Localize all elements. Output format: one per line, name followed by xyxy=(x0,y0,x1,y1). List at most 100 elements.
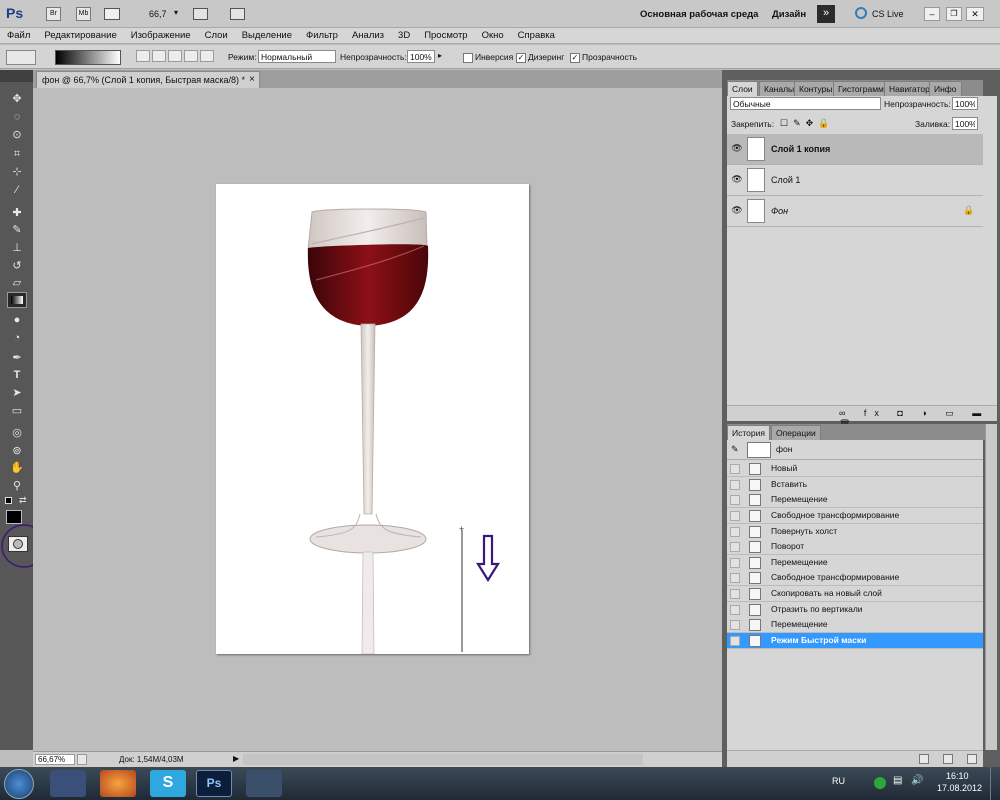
firefox-icon[interactable] xyxy=(100,770,136,797)
skype-icon[interactable]: S xyxy=(150,770,186,797)
history-item[interactable]: Вставить xyxy=(727,477,983,493)
chevron-right-icon[interactable]: ▸ xyxy=(438,51,442,60)
document-tab[interactable]: фон @ 66,7% (Слой 1 копия, Быстрая маска… xyxy=(36,71,260,88)
gradient-tool-button[interactable] xyxy=(7,292,27,308)
history-item[interactable]: Отразить по вертикали xyxy=(727,602,983,618)
document-canvas[interactable]: + xyxy=(216,184,529,654)
layer-row[interactable]: 👁 Слой 1 xyxy=(727,165,983,196)
cs-live-label[interactable]: CS Live xyxy=(872,9,904,19)
history-item[interactable]: Перемещение xyxy=(727,492,983,508)
layer-opacity-input[interactable] xyxy=(952,97,978,110)
opacity-input[interactable] xyxy=(407,50,435,63)
move-icon[interactable]: ✥ xyxy=(8,91,26,107)
clock-date[interactable]: 17.08.2012 xyxy=(937,783,982,793)
eraser-icon[interactable]: ▱ xyxy=(8,275,26,291)
workspace-design[interactable]: Дизайн xyxy=(772,9,806,20)
3d-orbit-icon[interactable]: ⊚ xyxy=(8,443,26,459)
status-menu-arrow[interactable]: ▶ xyxy=(233,754,239,763)
view-extras-icon[interactable] xyxy=(104,8,120,20)
inversion-checkbox[interactable]: Инверсия xyxy=(463,52,513,63)
history-item[interactable]: Поворот xyxy=(727,539,983,555)
3d-rotate-icon[interactable]: ◎ xyxy=(8,425,26,441)
menu-layer[interactable]: Слои xyxy=(198,30,235,41)
visibility-eye-icon[interactable]: 👁 xyxy=(731,174,743,184)
workspace-essentials[interactable]: Основная рабочая среда xyxy=(640,9,758,20)
tab-paths[interactable]: Контуры xyxy=(794,81,838,96)
menu-edit[interactable]: Редактирование xyxy=(37,30,123,41)
type-icon[interactable]: T xyxy=(8,367,26,383)
tab-navigator[interactable]: Навигатор xyxy=(884,81,935,96)
cs-live-icon[interactable] xyxy=(855,7,867,19)
tab-actions[interactable]: Операции xyxy=(771,425,821,440)
screen-mode-icon[interactable] xyxy=(230,8,245,20)
lock-icons[interactable]: ☐✎✥🔒 xyxy=(780,118,834,129)
blur-icon[interactable]: ● xyxy=(8,312,26,328)
volume-icon[interactable]: 🔊 xyxy=(911,775,923,786)
fill-input[interactable] xyxy=(952,117,978,130)
more-workspaces-icon[interactable]: » xyxy=(817,5,835,23)
photoshop-taskbar-icon[interactable]: Ps xyxy=(196,770,232,797)
language-indicator[interactable]: RU xyxy=(832,776,845,786)
menu-select[interactable]: Выделение xyxy=(235,30,299,41)
close-window-button[interactable]: ✕ xyxy=(966,7,984,21)
history-item[interactable]: Перемещение xyxy=(727,555,983,571)
status-zoom[interactable]: 66,67% xyxy=(35,754,75,765)
status-zoom-icon[interactable] xyxy=(77,754,87,765)
blend-mode-select[interactable] xyxy=(730,97,881,110)
tab-info[interactable]: Инфо xyxy=(929,81,962,96)
visibility-eye-icon[interactable]: 👁 xyxy=(731,143,743,153)
history-snapshot[interactable]: ✎ фон xyxy=(727,440,983,460)
default-colors-icon[interactable] xyxy=(5,497,12,504)
history-item[interactable]: Свободное трансформирование xyxy=(727,570,983,586)
gradient-picker[interactable] xyxy=(55,50,121,65)
history-brush-icon[interactable]: ↺ xyxy=(8,258,26,274)
clock-time[interactable]: 16:10 xyxy=(946,771,969,781)
save-app-icon[interactable] xyxy=(50,770,86,797)
layer-row[interactable]: 👁 Фон 🔒 xyxy=(727,196,983,227)
lasso-icon[interactable]: ◌ xyxy=(8,109,26,125)
visibility-eye-icon[interactable]: 👁 xyxy=(731,205,743,215)
tab-history[interactable]: История xyxy=(727,425,770,440)
path-select-icon[interactable]: ➤ xyxy=(8,385,26,401)
eyedropper-icon[interactable]: ⁄ xyxy=(8,182,26,198)
menu-analysis[interactable]: Анализ xyxy=(345,30,391,41)
history-item[interactable]: Скопировать на новый слой xyxy=(727,586,983,602)
toolbox-header[interactable] xyxy=(0,70,33,82)
angle-gradient-icon[interactable] xyxy=(168,50,182,62)
history-item[interactable]: Новый xyxy=(727,461,983,477)
horizontal-scrollbar[interactable] xyxy=(243,754,643,765)
history-scrollbar[interactable] xyxy=(985,424,997,750)
delete-state-icon[interactable] xyxy=(967,754,977,764)
arrange-documents-icon[interactable] xyxy=(193,8,208,20)
radial-gradient-icon[interactable] xyxy=(152,50,166,62)
menu-filter[interactable]: Фильтр xyxy=(299,30,345,41)
quick-select-icon[interactable]: ⊙ xyxy=(8,127,26,143)
pen-icon[interactable]: ✒ xyxy=(8,350,26,366)
close-icon[interactable]: × xyxy=(249,72,255,88)
zoom-icon[interactable]: ⚲ xyxy=(8,478,26,494)
dodge-icon[interactable]: ◔ xyxy=(8,330,26,346)
restore-button[interactable]: ❐ xyxy=(946,7,962,21)
menu-help[interactable]: Справка xyxy=(511,30,562,41)
network-icon[interactable]: ▤ xyxy=(893,775,902,786)
swap-colors-icon[interactable]: ⇄ xyxy=(19,495,27,506)
zoom-level[interactable]: 66,7 xyxy=(149,9,167,19)
history-item[interactable]: Повернуть холст xyxy=(727,524,983,540)
start-button[interactable] xyxy=(4,769,34,799)
transparency-checkbox[interactable]: ✓ Прозрачность xyxy=(570,52,637,63)
menu-window[interactable]: Окно xyxy=(475,30,511,41)
linear-gradient-icon[interactable] xyxy=(136,50,150,62)
tray-app-icon[interactable] xyxy=(874,777,886,789)
layer-row[interactable]: 👁 Слой 1 копия xyxy=(727,134,983,165)
menu-view[interactable]: Просмотр xyxy=(417,30,474,41)
menu-file[interactable]: Файл xyxy=(0,30,37,41)
rectangle-icon[interactable]: ▭ xyxy=(8,403,26,419)
history-item-active[interactable]: Режим Быстрой маски xyxy=(727,633,983,649)
crop-tool-icon[interactable]: ⊹ xyxy=(8,164,26,180)
mode-select[interactable] xyxy=(258,50,336,63)
reflected-gradient-icon[interactable] xyxy=(184,50,198,62)
history-item[interactable]: Перемещение xyxy=(727,617,983,633)
brush-icon[interactable]: ✎ xyxy=(8,222,26,238)
diamond-gradient-icon[interactable] xyxy=(200,50,214,62)
menu-image[interactable]: Изображение xyxy=(124,30,198,41)
